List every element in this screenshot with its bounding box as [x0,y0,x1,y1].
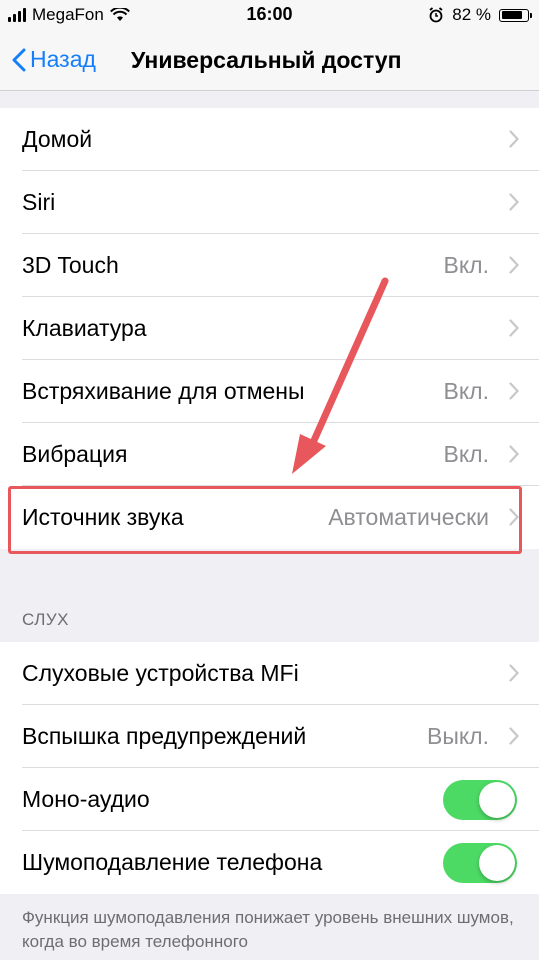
annotation-arrow-icon [292,277,389,474]
